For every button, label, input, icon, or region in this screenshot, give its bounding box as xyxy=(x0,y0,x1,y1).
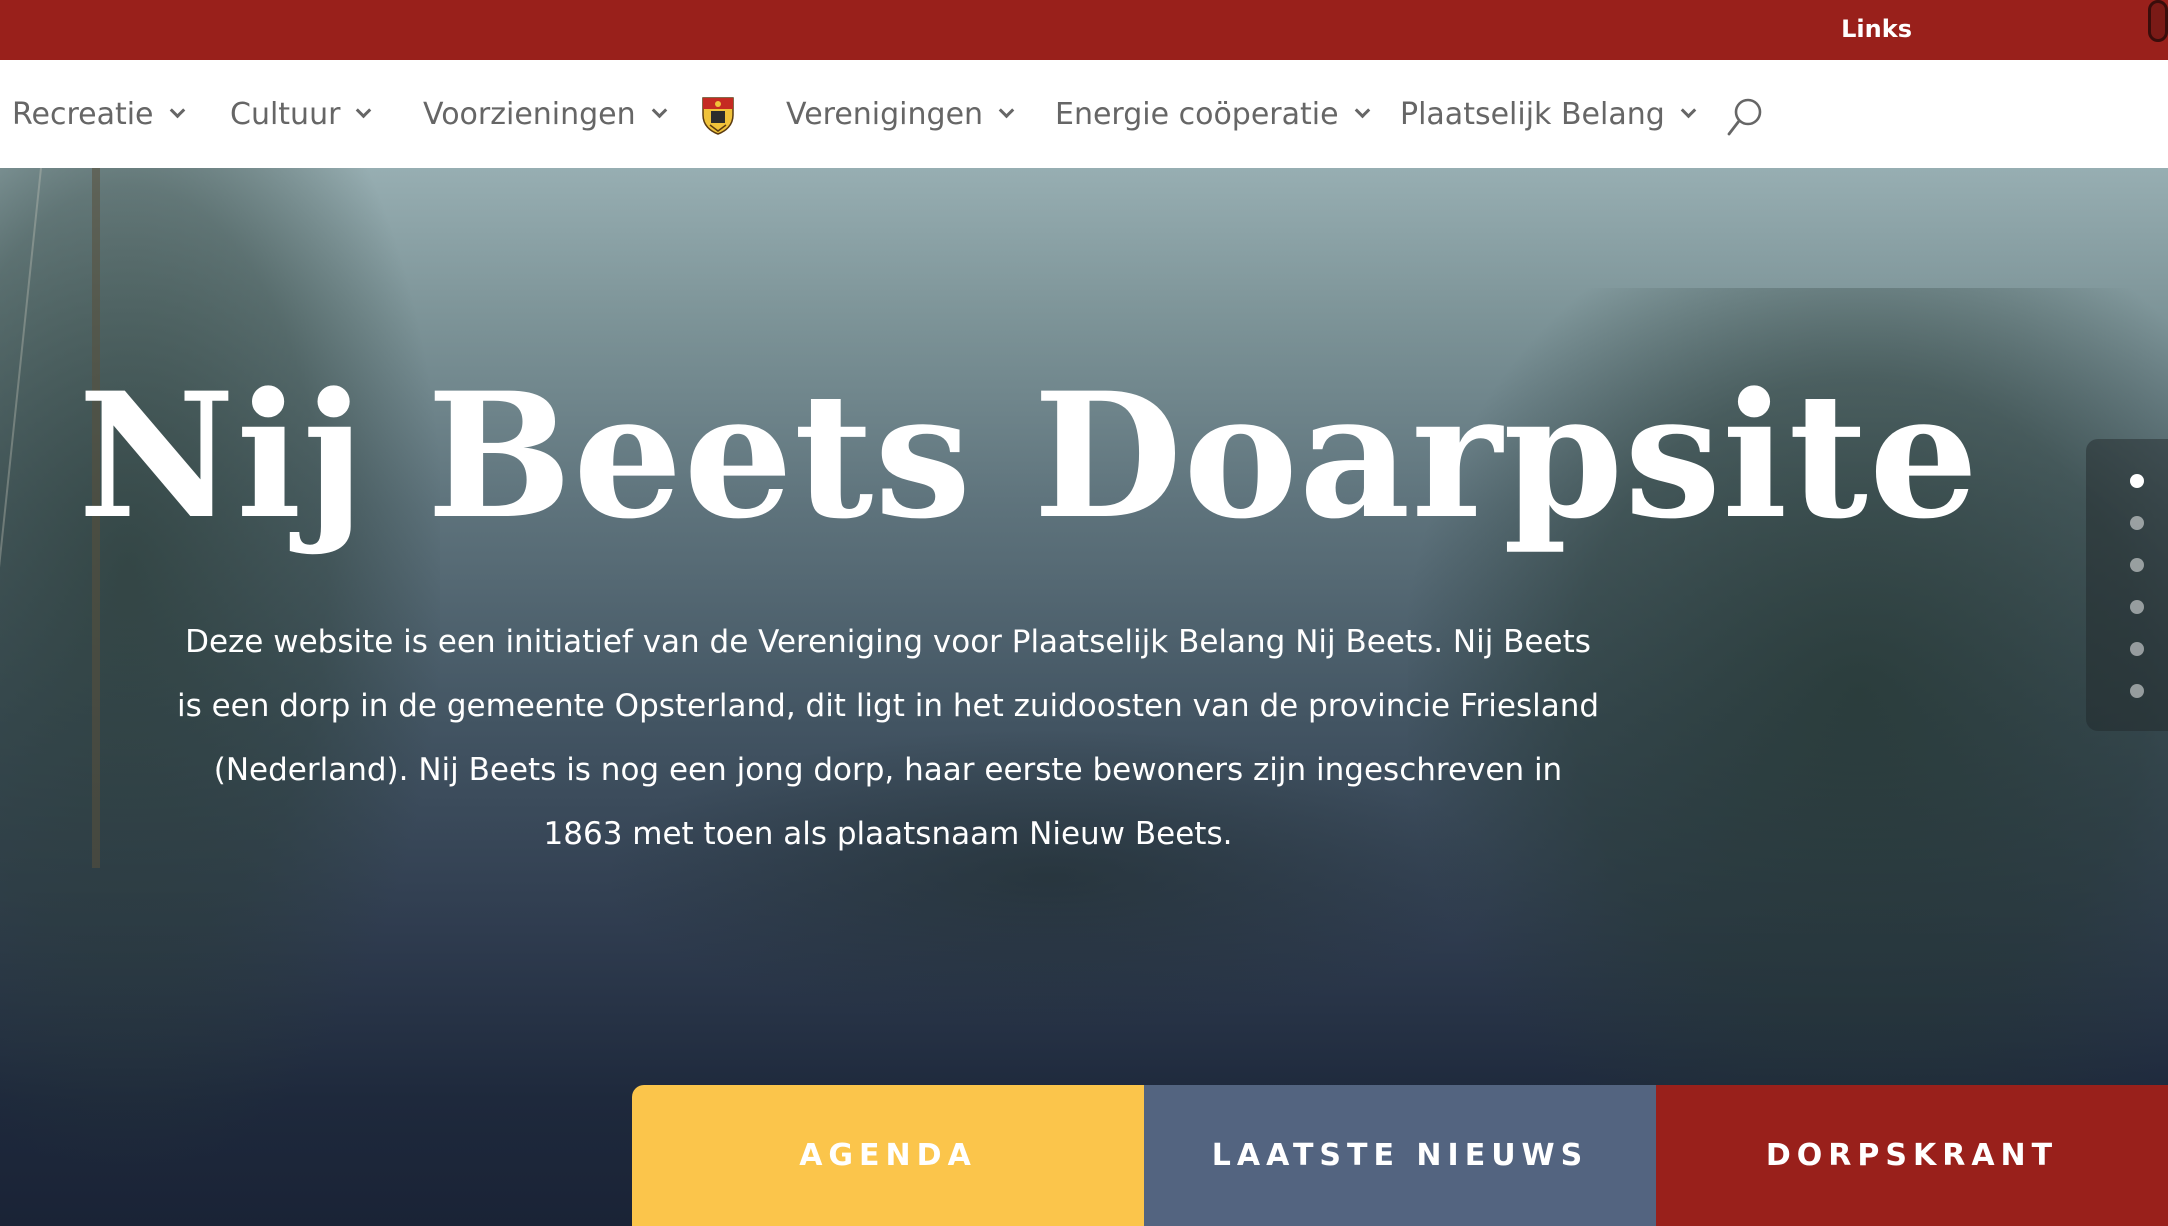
nav-item-label: Energie coöperatie xyxy=(1055,96,1339,132)
hero-intro-text: Deze website is een initiatief van de Ve… xyxy=(176,624,1600,852)
nav-item-label: Plaatselijk Belang xyxy=(1400,96,1665,132)
chevron-down-icon xyxy=(356,102,372,118)
slider-dot[interactable] xyxy=(2130,558,2144,572)
slider-dot[interactable] xyxy=(2130,684,2144,698)
chevron-down-icon xyxy=(1354,102,1370,118)
search-icon[interactable] xyxy=(1726,96,1764,138)
nav-item-cultuur[interactable]: Cultuur xyxy=(230,60,372,168)
nav-item-verenigingen[interactable]: Verenigingen xyxy=(786,60,1015,168)
links-link[interactable]: Links xyxy=(1841,0,1912,60)
agenda-button[interactable]: AGENDA xyxy=(632,1085,1144,1226)
laatste-nieuws-button[interactable]: LAATSTE NIEUWS xyxy=(1144,1085,1656,1226)
nav-item-energie-cooperatie[interactable]: Energie coöperatie xyxy=(1055,60,1370,168)
slider-dot[interactable] xyxy=(2130,516,2144,530)
coat-of-arms-icon[interactable] xyxy=(700,95,736,135)
nav-item-recreatie[interactable]: Recreatie xyxy=(12,60,185,168)
nav-item-plaatselijk-belang[interactable]: Plaatselijk Belang xyxy=(1400,60,1697,168)
slider-dot[interactable] xyxy=(2130,642,2144,656)
slider-dot[interactable] xyxy=(2130,474,2144,488)
chevron-down-icon xyxy=(1680,102,1697,118)
chevron-down-icon xyxy=(651,102,667,118)
nav-item-label: Cultuur xyxy=(230,96,341,132)
slider-dot[interactable] xyxy=(2130,600,2144,614)
scrollbar-thumb[interactable] xyxy=(2148,0,2168,42)
nav-item-voorzieningen[interactable]: Voorzieningen xyxy=(423,60,667,168)
nav-item-label: Verenigingen xyxy=(786,96,984,132)
hero-title: Nij Beets Doarpsite xyxy=(78,354,1980,557)
nav-item-label: Recreatie xyxy=(12,96,154,132)
slider-pagination xyxy=(2086,439,2168,731)
nav-item-label: Voorzieningen xyxy=(423,96,636,132)
chevron-down-icon xyxy=(169,102,185,118)
top-bar: Links xyxy=(0,0,2168,60)
chevron-down-icon xyxy=(998,102,1015,118)
main-navigation: Recreatie Cultuur Voorzieningen Verenigi… xyxy=(0,60,2168,168)
dorpskrant-button[interactable]: DORPSKRANT xyxy=(1656,1085,2168,1226)
